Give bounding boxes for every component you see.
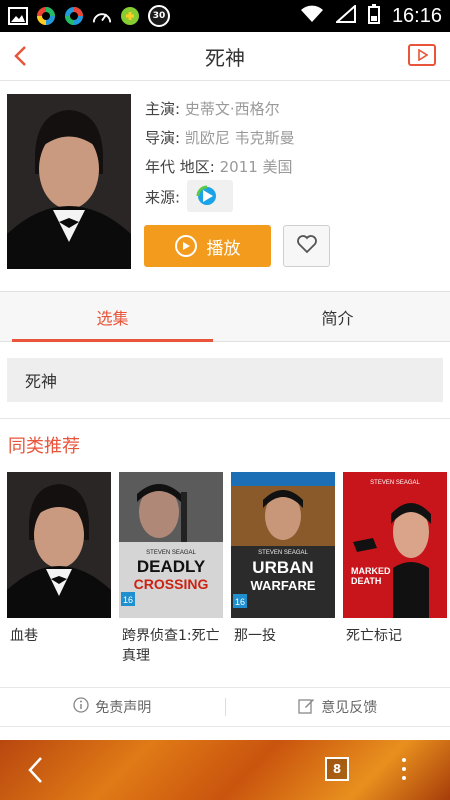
- year-region-line: 年代 地区: 2011 美国: [145, 153, 295, 182]
- play-icon: [174, 235, 197, 257]
- director-line: 导演: 凯欧尼 韦克斯曼: [145, 124, 295, 153]
- play-button[interactable]: 播放: [144, 225, 271, 267]
- poster-title-text: DEADLY: [137, 557, 206, 576]
- disclaimer-link[interactable]: 免责声明: [0, 697, 225, 717]
- game-icon: [120, 6, 140, 26]
- recommend-name[interactable]: 跨界侦查1:死亡真理: [119, 626, 223, 666]
- source-logo-icon[interactable]: [186, 180, 233, 212]
- status-bar: 30 16:16: [0, 0, 450, 32]
- cast-label: 主演:: [145, 100, 181, 118]
- recommend-poster[interactable]: [7, 472, 111, 618]
- tab-synopsis[interactable]: 简介: [225, 292, 450, 341]
- badge-icon: 30: [148, 5, 170, 27]
- recommend-poster[interactable]: STEVEN SEAGAL DEADLY CROSSING 16: [119, 472, 223, 618]
- recommend-item[interactable]: STEVEN SEAGAL URBAN WARFARE 16 那一投: [231, 472, 335, 666]
- poster-actor-text: STEVEN SEAGAL: [146, 550, 196, 556]
- chevron-left-icon[interactable]: [10, 44, 34, 68]
- edit-icon: [298, 697, 315, 718]
- cast-line: 主演: 史蒂文·西格尔: [145, 95, 295, 124]
- tab-count-button[interactable]: 8: [325, 757, 349, 781]
- app-icon-1: [36, 6, 56, 26]
- top-header: 死神: [0, 32, 450, 81]
- recommend-name[interactable]: 那一投: [231, 626, 335, 646]
- recommend-title: 同类推荐: [8, 436, 80, 457]
- more-menu-icon[interactable]: [402, 758, 406, 780]
- disclaimer-label: 免责声明: [95, 700, 152, 716]
- poster-actor-text: STEVEN SEAGAL: [370, 480, 420, 486]
- source-label: 来源:: [145, 188, 181, 207]
- poster-rating-text: 16: [123, 595, 133, 605]
- tab-episodes[interactable]: 选集: [0, 292, 225, 342]
- signal-icon: [334, 3, 356, 27]
- director-value[interactable]: 凯欧尼 韦克斯曼: [185, 129, 295, 147]
- recommend-name[interactable]: 死亡标记: [343, 626, 447, 646]
- director-label: 导演:: [145, 129, 181, 147]
- gallery-icon: [8, 6, 28, 26]
- recommend-item[interactable]: 血巷: [7, 472, 111, 666]
- favorite-button[interactable]: [283, 225, 330, 267]
- movie-info: 主演: 史蒂文·西格尔 导演: 凯欧尼 韦克斯曼 年代 地区: 2011 美国 …: [0, 81, 450, 291]
- feedback-label: 意见反馈: [321, 700, 378, 716]
- recommend-name[interactable]: 血巷: [7, 626, 111, 646]
- heart-icon: [296, 234, 318, 258]
- play-label: 播放: [206, 238, 241, 259]
- cast-value[interactable]: 史蒂文·西格尔: [185, 100, 280, 118]
- year-region-label: 年代 地区:: [145, 158, 215, 176]
- play-box-icon[interactable]: [408, 44, 436, 66]
- poster-title-text: CROSSING: [134, 576, 209, 592]
- poster-rating-text: 16: [235, 597, 245, 607]
- poster-title-text: DEATH: [351, 576, 381, 586]
- poster-title-text: URBAN: [252, 558, 313, 577]
- divider: [0, 418, 450, 419]
- page-title: 死神: [205, 45, 245, 70]
- poster-actor-text: STEVEN SEAGAL: [258, 550, 308, 556]
- recommend-item[interactable]: STEVEN SEAGAL MARKED DEATH 死亡标记: [343, 472, 447, 666]
- info-icon: [73, 697, 89, 717]
- recommend-poster[interactable]: STEVEN SEAGAL URBAN WARFARE 16: [231, 472, 335, 618]
- episode-item[interactable]: 死神: [7, 358, 443, 402]
- detail-tabs: 选集 简介: [0, 291, 450, 342]
- speedometer-icon: [92, 6, 112, 26]
- clock: 16:16: [391, 4, 442, 27]
- movie-poster: [7, 94, 131, 269]
- poster-title-text: MARKED: [351, 566, 391, 576]
- wifi-icon: [300, 5, 324, 27]
- poster-title-text: WARFARE: [251, 578, 316, 593]
- recommend-poster[interactable]: STEVEN SEAGAL MARKED DEATH: [343, 472, 447, 618]
- recommend-item[interactable]: STEVEN SEAGAL DEADLY CROSSING 16 跨界侦查1:死…: [119, 472, 223, 666]
- battery-icon: [367, 4, 380, 28]
- app-icon-2: [64, 6, 84, 26]
- footer-bar: 免责声明 意见反馈: [0, 687, 450, 727]
- feedback-link[interactable]: 意见反馈: [226, 697, 450, 718]
- recommend-list: 血巷 STEVEN SEAGAL DEADLY CROSSING 16 跨界侦查…: [7, 472, 447, 666]
- back-icon[interactable]: [26, 756, 44, 788]
- browser-nav-bar: 8: [0, 740, 450, 800]
- year-region-value: 2011 美国: [219, 158, 293, 176]
- source-line: 来源:: [145, 180, 295, 212]
